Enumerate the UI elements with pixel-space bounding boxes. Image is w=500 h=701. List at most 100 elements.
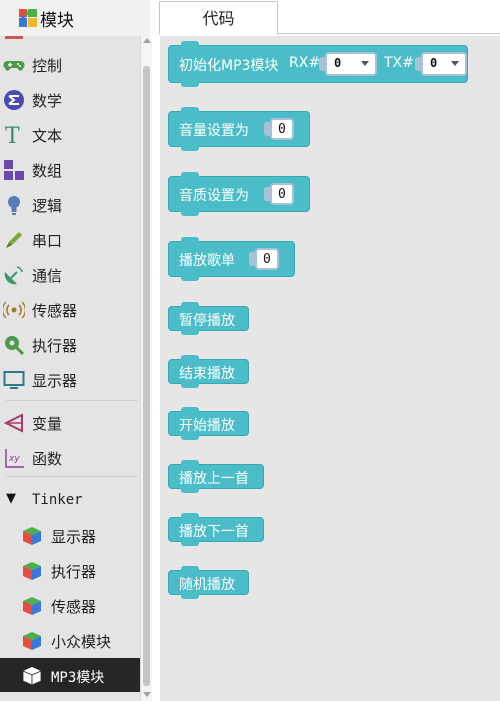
sidebar-item-array[interactable]: 数组	[0, 152, 140, 186]
block-connector-top	[181, 107, 199, 113]
sidebar-item-logic[interactable]: 逻辑	[0, 187, 140, 221]
sidebar-label-text: 文本	[32, 127, 63, 145]
sidebar-label-serial: 串口	[32, 232, 63, 250]
sidebar-label-tinker-display: 显示器	[51, 528, 97, 546]
sidebar-label-variable: 变量	[32, 415, 63, 433]
sidebar-item-display[interactable]: 显示器	[0, 362, 140, 396]
puzzle-icon	[19, 9, 37, 27]
sidebar-item-text[interactable]: T 文本	[0, 117, 140, 151]
volume-number-input[interactable]: 0	[270, 118, 294, 140]
sidebar-label-math: 数学	[32, 92, 63, 110]
variable-icon	[3, 413, 23, 433]
block-random-label: 随机播放	[179, 577, 235, 593]
sidebar-item-variable[interactable]: 变量	[0, 405, 140, 439]
tab-code[interactable]: 代码	[159, 1, 278, 35]
block-random[interactable]: 随机播放	[168, 566, 249, 599]
block-init-label: 初始化MP3模块	[179, 58, 279, 74]
sidebar-item-tinker-mp3[interactable]: MP3模块	[0, 658, 140, 692]
triangle-down-icon: ▼	[6, 491, 16, 506]
tx-dropdown[interactable]: 0	[421, 52, 467, 76]
volume-value: 0	[278, 122, 286, 137]
tab-border	[277, 33, 500, 34]
lightbulb-icon	[8, 196, 20, 215]
dropdown-arrow-icon	[451, 61, 459, 66]
pen-icon	[6, 232, 22, 248]
sidebar-item-sensor[interactable]: 传感器	[0, 292, 140, 326]
block-connector-top	[181, 460, 199, 466]
block-quality-label: 音质设置为	[179, 188, 249, 204]
sidebar-item-serial[interactable]: 串口	[0, 222, 140, 256]
top-bar: 模块 代码	[0, 0, 500, 36]
flyout-edge	[152, 36, 160, 701]
block-stop[interactable]: 结束播放	[168, 355, 249, 388]
sidebar-item-tinker-misc[interactable]: 小众模块	[0, 623, 140, 657]
block-next-label: 播放下一首	[179, 524, 249, 540]
sidebar-label-tinker-sensor: 传感器	[51, 598, 97, 616]
svg-text:xy: xy	[8, 454, 20, 464]
block-set-quality[interactable]: 音质设置为 0	[168, 172, 310, 216]
block-play-song-label: 播放歌单	[179, 253, 235, 269]
song-number-input[interactable]: 0	[255, 248, 279, 270]
blocks-title: 模块	[40, 11, 74, 31]
satellite-dish-icon	[4, 266, 23, 285]
dropdown-arrow-icon	[361, 61, 369, 66]
quality-value: 0	[278, 187, 286, 202]
block-init-rx-label: RX#	[289, 55, 321, 71]
quality-number-input[interactable]: 0	[270, 183, 294, 205]
sidebar-item-tinker-actuator[interactable]: 执行器	[0, 553, 140, 587]
sidebar-label-actuator: 执行器	[32, 337, 78, 355]
sidebar-divider	[6, 400, 138, 401]
block-connector-top	[181, 302, 199, 308]
sidebar-item-math[interactable]: 数学	[0, 82, 140, 116]
block-set-volume[interactable]: 音量设置为 0	[168, 107, 310, 151]
block-connector-bottom	[181, 275, 199, 281]
block-stop-label: 结束播放	[179, 366, 235, 382]
sidebar-item-actuator[interactable]: 执行器	[0, 327, 140, 361]
sidebar-label-comm: 通信	[32, 267, 63, 285]
block-pause-label: 暂停播放	[179, 313, 235, 329]
block-prev-label: 播放上一首	[179, 471, 249, 487]
tx-value: 0	[430, 56, 438, 70]
sidebar-label-tinker-actuator: 执行器	[51, 563, 97, 581]
scroll-down-arrow-icon[interactable]	[143, 692, 151, 697]
block-connector-top	[181, 513, 199, 519]
category-sidebar: 控制 数学 T 文本 数组 逻辑 串口 通信 传感器 执行器 显示器 变量 xy…	[0, 36, 152, 701]
rx-dropdown[interactable]: 0	[325, 52, 377, 76]
block-next[interactable]: 播放下一首	[168, 513, 264, 546]
sidebar-item-tinker-display[interactable]: 显示器	[0, 518, 140, 552]
sidebar-item-control[interactable]: 控制	[0, 47, 140, 81]
scroll-up-arrow-icon[interactable]	[143, 38, 151, 43]
block-play-song[interactable]: 播放歌单 0	[168, 237, 295, 281]
sidebar-divider	[6, 476, 138, 477]
sidebar-label-display: 显示器	[32, 372, 78, 390]
sidebar-label-sensor: 传感器	[32, 302, 78, 320]
block-start-label: 开始播放	[179, 418, 235, 434]
sidebar-scrollbar[interactable]	[140, 36, 152, 701]
tinker-group-toggle[interactable]: ▼ Tinker	[0, 483, 140, 517]
block-init-mp3[interactable]: 初始化MP3模块 RX# 0 TX# 0	[168, 41, 468, 87]
block-connector-top	[181, 237, 199, 243]
text-t-icon: T	[5, 124, 20, 146]
sidebar-item-comm[interactable]: 通信	[0, 257, 140, 291]
sidebar-label-tinker-misc: 小众模块	[51, 633, 112, 651]
sidebar-label-function: 函数	[32, 450, 63, 468]
block-start[interactable]: 开始播放	[168, 407, 249, 440]
monitor-icon	[3, 371, 25, 389]
block-prev[interactable]: 播放上一首	[168, 460, 264, 493]
function-xy-icon: xy	[5, 449, 24, 468]
block-connector-top	[181, 566, 199, 572]
block-connector-top	[181, 355, 199, 361]
svg-text:T: T	[5, 124, 20, 146]
sidebar-item-tinker-sensor[interactable]: 传感器	[0, 588, 140, 622]
cube-icon	[23, 597, 41, 615]
scrollbar-thumb[interactable]	[143, 66, 150, 686]
cube-icon	[23, 632, 41, 650]
block-connector-top	[181, 407, 199, 413]
block-pause[interactable]: 暂停播放	[168, 302, 249, 335]
io-icon	[5, 36, 23, 39]
actuator-icon	[5, 336, 25, 356]
sidebar-item-function[interactable]: xy 函数	[0, 440, 140, 474]
block-volume-label: 音量设置为	[179, 123, 249, 139]
sidebar-label-logic: 逻辑	[32, 197, 63, 215]
block-connector-bottom	[181, 210, 199, 216]
